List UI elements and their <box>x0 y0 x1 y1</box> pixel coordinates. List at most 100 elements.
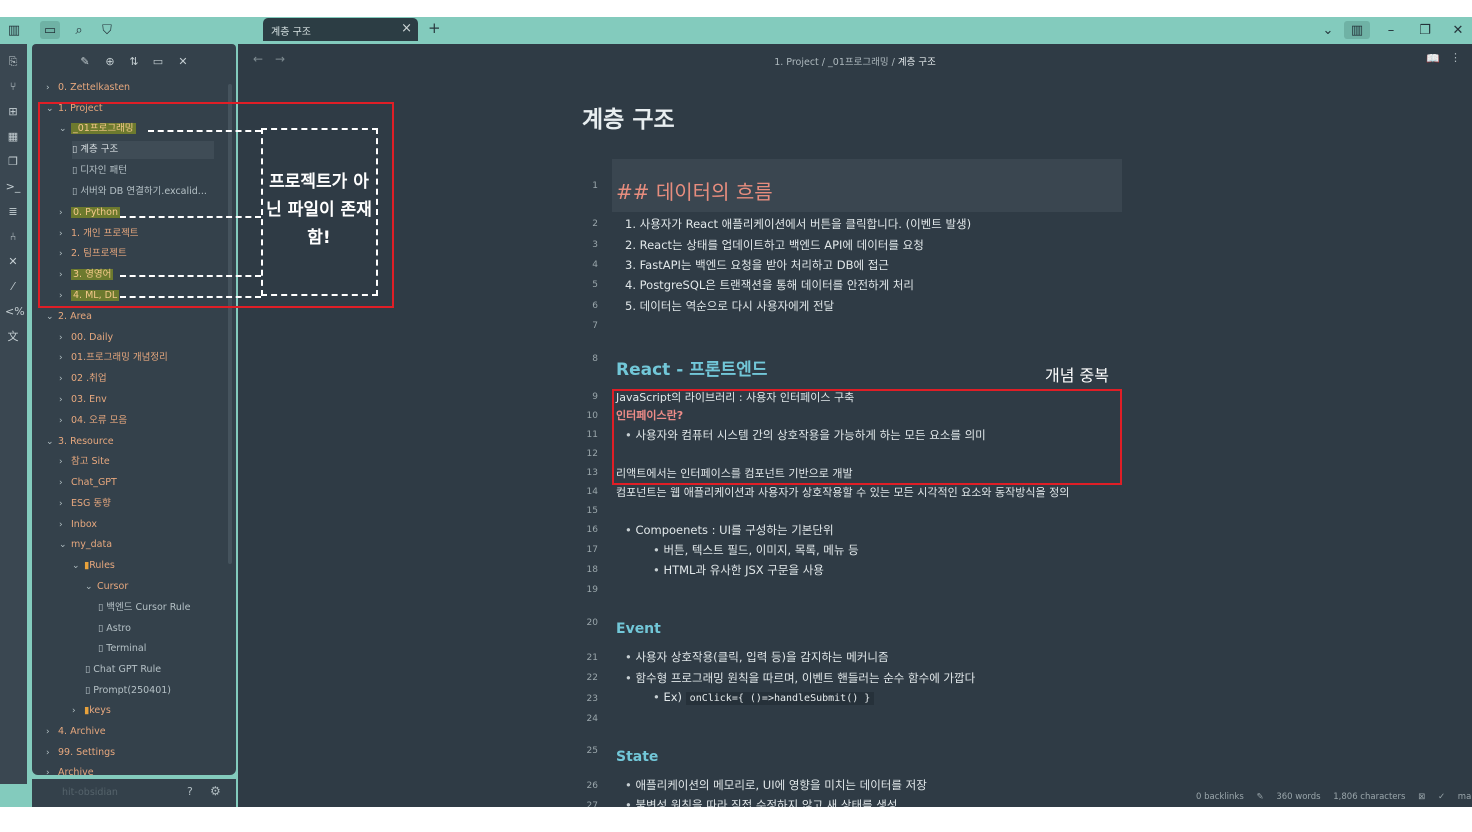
line-number: 14 <box>586 487 598 497</box>
new-tab-icon[interactable]: + <box>428 19 441 37</box>
folder-chatgpt[interactable]: › Chat_GPT <box>59 474 117 492</box>
folder-zettelkasten[interactable]: › 0. Zettelkasten <box>46 79 130 97</box>
chevron-down-icon: ⌄ <box>59 540 67 550</box>
folder-jobs[interactable]: › 02 .취업 <box>59 370 107 388</box>
restore-icon[interactable]: ❐ <box>1415 21 1435 39</box>
breadcrumb: 1. Project / _01프로그래밍 / 계층 구조 <box>774 57 936 68</box>
tab-title: 계층 구조 <box>271 27 311 38</box>
folder-ref-site[interactable]: › 참고 Site <box>59 453 110 471</box>
folder-archive-2[interactable]: › Archive <box>46 764 94 775</box>
chevron-right-icon: › <box>46 748 50 758</box>
folder-daily[interactable]: › 00. Daily <box>59 329 113 347</box>
code-heading-block: ## 데이터의 흐름 <box>612 159 1122 212</box>
check-icon[interactable]: ✓ <box>1438 792 1445 802</box>
line-number: 24 <box>586 714 598 724</box>
annotation-connector <box>120 275 261 277</box>
file-icon: ▯ <box>85 664 94 675</box>
tools-icon[interactable]: ✕ <box>5 254 21 270</box>
bookmark-icon[interactable]: ⛉ <box>97 21 117 39</box>
line-number: 1 <box>592 181 598 191</box>
folder-env[interactable]: › 03. Env <box>59 391 107 409</box>
line-number: 2 <box>592 219 598 229</box>
calendar-icon[interactable]: ▦ <box>5 129 21 145</box>
chevron-down-icon[interactable]: ⌄ <box>1318 21 1338 39</box>
folder-cursor[interactable]: ⌄ Cursor <box>85 578 128 596</box>
help-icon[interactable]: ? <box>187 785 193 798</box>
line-number: 21 <box>586 653 598 663</box>
chevron-right-icon: › <box>46 727 50 737</box>
copy-icon[interactable]: ❐ <box>5 154 21 170</box>
new-folder-icon[interactable]: ⊕ <box>102 55 118 71</box>
heading-react: React - 프론트엔드 <box>616 360 768 380</box>
list-item: • Compoenets : UI를 구성하는 기본단위 <box>625 523 834 537</box>
chevron-right-icon: › <box>59 353 63 363</box>
git-icon[interactable]: ⑃ <box>5 229 21 245</box>
paragraph: 컴포넌트는 웹 애플리케이션과 사용자가 상호작용할 수 있는 모든 시각적인 … <box>616 486 1070 499</box>
folder-archive[interactable]: › 4. Archive <box>46 723 106 741</box>
file-terminal[interactable]: ▯ Terminal <box>98 640 146 658</box>
terminal-icon[interactable]: >_ <box>5 179 21 195</box>
chevron-right-icon: › <box>59 520 63 530</box>
git-branch[interactable]: main <box>1458 792 1472 802</box>
folder-inbox[interactable]: › Inbox <box>59 516 97 534</box>
close-icon[interactable]: ✕ <box>1448 21 1468 39</box>
file-chatgpt-rule[interactable]: ▯ Chat GPT Rule <box>85 661 161 679</box>
collapse-icon[interactable]: ▭ <box>150 55 166 71</box>
line-number: 12 <box>586 449 598 459</box>
folder-icon[interactable]: ▭ <box>40 21 60 39</box>
percent-icon[interactable]: <% <box>5 304 25 320</box>
folder-keys[interactable]: › ▮keys <box>72 702 111 720</box>
graph-icon[interactable]: ⑂ <box>5 79 21 95</box>
list-item: • Ex) onClick={ ()=>handleSubmit() } <box>653 690 875 705</box>
list-item: • HTML과 유사한 JSX 구문을 사용 <box>653 563 824 577</box>
backlinks-count[interactable]: 0 backlinks <box>1196 792 1244 802</box>
sync-icon[interactable]: ⊠ <box>1418 792 1425 802</box>
annotation-connector <box>120 216 261 218</box>
right-sidebar-icon[interactable]: ▥ <box>1344 21 1370 39</box>
new-note-icon[interactable]: ✎ <box>77 55 93 71</box>
file-prompt[interactable]: ▯ Prompt(250401) <box>85 682 171 700</box>
search-icon[interactable]: ⌕ <box>69 21 89 39</box>
more-options-icon[interactable]: ⋮ <box>1450 51 1461 64</box>
sort-icon[interactable]: ⇅ <box>126 55 142 71</box>
heading-state: State <box>616 749 659 765</box>
folder-resource[interactable]: ⌄ 3. Resource <box>46 433 114 451</box>
folder-esg[interactable]: › ESG 동향 <box>59 495 111 513</box>
line-number: 27 <box>586 801 598 807</box>
reading-view-icon[interactable]: 📖 <box>1426 52 1440 65</box>
folder-my-data[interactable]: ⌄ my_data <box>59 536 112 554</box>
sidebar-toggle-icon[interactable]: ▥ <box>4 21 24 39</box>
line-number: 9 <box>592 392 598 402</box>
folder-concepts[interactable]: › 01.프로그래밍 개념정리 <box>59 349 168 367</box>
pencil-icon[interactable]: ✎ <box>1256 792 1263 802</box>
list-item: 1. 사용자가 React 애플리케이션에서 버튼을 클릭합니다. (이벤트 발… <box>625 217 972 231</box>
wand-icon[interactable]: ⁄ <box>5 279 21 295</box>
chevron-right-icon: › <box>72 706 76 716</box>
close-all-icon[interactable]: ✕ <box>175 55 191 71</box>
tab-close-icon[interactable]: × <box>401 21 412 36</box>
folder-errors[interactable]: › 04. 오류 모음 <box>59 412 127 430</box>
folder-settings[interactable]: › 99. Settings <box>46 744 115 762</box>
minimize-icon[interactable]: – <box>1381 21 1401 39</box>
chevron-right-icon: › <box>59 416 63 426</box>
status-bar: 0 backlinks ✎ 360 words 1,806 characters… <box>1196 792 1472 802</box>
breadcrumb-project[interactable]: 1. Project <box>774 57 819 68</box>
gear-icon[interactable]: ⚙ <box>210 784 221 798</box>
vault-name[interactable]: hit-obsidian <box>62 787 118 798</box>
line-number: 16 <box>586 525 598 535</box>
file-icon: ▯ <box>98 643 107 654</box>
files-icon[interactable]: ⎘ <box>5 54 21 70</box>
list-item: • 함수형 프로그래밍 원칙을 따르며, 이벤트 핸들러는 순수 함수에 가깝다 <box>625 671 976 685</box>
folder-rules[interactable]: ⌄ ▮Rules <box>72 557 115 575</box>
folder-area[interactable]: ⌄ 2. Area <box>46 308 92 326</box>
file-astro[interactable]: ▯ Astro <box>98 620 131 638</box>
list-item: • 불변성 원칙을 따라 직접 수정하지 않고 새 상태를 생성 <box>625 798 898 807</box>
translate-icon[interactable]: 文 <box>5 329 21 345</box>
chevron-right-icon: › <box>59 457 63 467</box>
grid-icon[interactable]: ⊞ <box>5 104 21 120</box>
tab-active[interactable]: 계층 구조 × <box>263 18 418 41</box>
file-backend-cursor-rule[interactable]: ▯ 백엔드 Cursor Rule <box>98 599 190 617</box>
breadcrumb-folder[interactable]: _01프로그래밍 <box>828 57 889 68</box>
stack-icon[interactable]: ≣ <box>5 204 21 220</box>
chevron-right-icon: › <box>46 83 50 93</box>
